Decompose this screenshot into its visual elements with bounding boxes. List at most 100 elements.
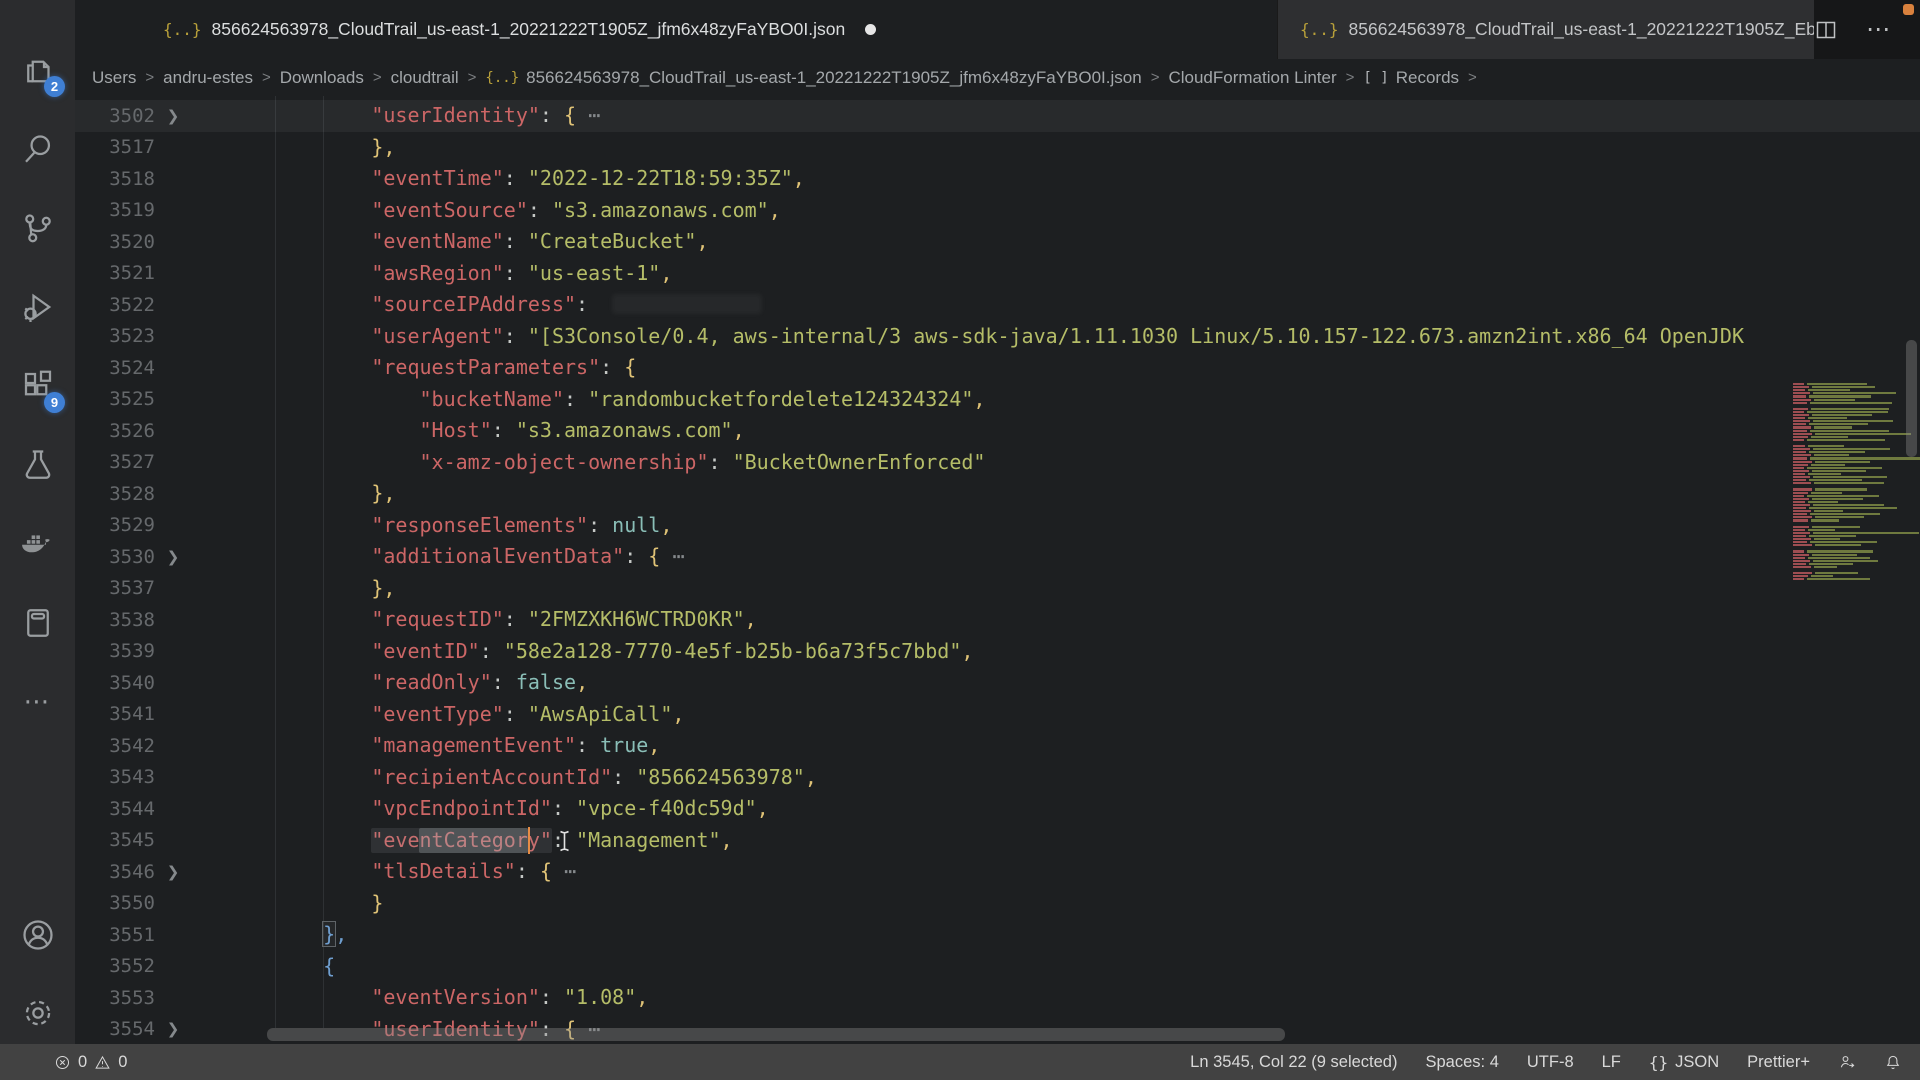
status-item-language-mode[interactable]: {}JSON: [1649, 1053, 1719, 1072]
activity-item-docker[interactable]: [0, 504, 75, 583]
activity-item-account[interactable]: [0, 895, 75, 974]
fold-chevron-icon[interactable]: ❯: [155, 548, 191, 566]
minimap-line: [1793, 457, 1920, 459]
line-number: 3521: [75, 262, 155, 284]
breadcrumb-label: Records: [1396, 68, 1459, 88]
code-line-3522[interactable]: 3522 "sourceIPAddress":: [75, 289, 1920, 321]
code-line-3524[interactable]: 3524 "requestParameters": {: [75, 352, 1920, 384]
activity-item-notebook[interactable]: [0, 583, 75, 662]
line-number: 3540: [75, 672, 155, 694]
breadcrumb-segment[interactable]: [ ]Records: [1363, 68, 1459, 88]
minimap-line: [1793, 411, 1888, 413]
breadcrumb: Users>andru-estes>Downloads>cloudtrail>{…: [75, 59, 1920, 96]
code-line-3519[interactable]: 3519 "eventSource": "s3.amazonaws.com",: [75, 195, 1920, 227]
breadcrumb-separator: >: [1151, 69, 1160, 86]
code-line-3518[interactable]: 3518 "eventTime": "2022-12-22T18:59:35Z"…: [75, 163, 1920, 195]
more-actions-icon[interactable]: ⋯: [1866, 15, 1892, 44]
code-line-3551[interactable]: 3551 },: [75, 919, 1920, 951]
editor[interactable]: 3502❯ "userIdentity": { ⋯3517 },3518 "ev…: [75, 96, 1920, 1044]
code-line-3525[interactable]: 3525 "bucketName": "randombucketfordelet…: [75, 384, 1920, 416]
minimap-line: [1793, 383, 1867, 385]
activity-item-more[interactable]: ⋯: [0, 662, 75, 741]
code-line-3541[interactable]: 3541 "eventType": "AwsApiCall",: [75, 699, 1920, 731]
code-line-3529[interactable]: 3529 "responseElements": null,: [75, 510, 1920, 542]
notebook-icon: [20, 605, 56, 641]
code-line-3517[interactable]: 3517 },: [75, 132, 1920, 164]
code-line-3502[interactable]: 3502❯ "userIdentity": { ⋯: [75, 100, 1920, 132]
activity-item-settings[interactable]: [0, 973, 75, 1052]
status-item-cursor-position[interactable]: Ln 3545, Col 22 (9 selected): [1190, 1053, 1397, 1072]
search-icon: [20, 131, 56, 167]
modified-dot[interactable]: [865, 24, 876, 35]
status-item-eol[interactable]: LF: [1602, 1053, 1621, 1072]
minimap-line: [1793, 467, 1882, 469]
code-line-3530[interactable]: 3530❯ "additionalEventData": { ⋯: [75, 541, 1920, 573]
code-line-3526[interactable]: 3526 "Host": "s3.amazonaws.com",: [75, 415, 1920, 447]
status-item-encoding[interactable]: UTF-8: [1527, 1053, 1574, 1072]
code-line-3521[interactable]: 3521 "awsRegion": "us-east-1",: [75, 258, 1920, 290]
activity-item-source-control[interactable]: [0, 188, 75, 267]
fold-chevron-icon[interactable]: ❯: [155, 107, 191, 125]
code-text: "eventSource": "s3.amazonaws.com",: [191, 195, 1920, 227]
status-label: UTF-8: [1527, 1053, 1574, 1072]
source-control-icon: [20, 210, 56, 246]
code-line-3540[interactable]: 3540 "readOnly": false,: [75, 667, 1920, 699]
vscode-window: 2 9 ⋯ {..}856624563978_CloudTrail_us-east-…: [0, 0, 1920, 1080]
code-line-3527[interactable]: 3527 "x-amz-object-ownership": "BucketOw…: [75, 447, 1920, 479]
line-number: 3539: [75, 640, 155, 662]
horizontal-scrollbar[interactable]: [267, 1028, 1285, 1041]
breadcrumb-segment[interactable]: cloudtrail: [391, 68, 459, 88]
breadcrumb-segment[interactable]: andru-estes: [163, 68, 253, 88]
status-item-notifications[interactable]: [1884, 1053, 1902, 1071]
line-number: 3519: [75, 199, 155, 221]
breadcrumb-segment[interactable]: CloudFormation Linter: [1168, 68, 1336, 88]
code-line-3543[interactable]: 3543 "recipientAccountId": "856624563978…: [75, 762, 1920, 794]
problems-indicator[interactable]: 00: [0, 1053, 127, 1072]
status-label: Spaces: 4: [1425, 1053, 1498, 1072]
code-line-3539[interactable]: 3539 "eventID": "58e2a128-7770-4e5f-b25b…: [75, 636, 1920, 668]
activity-item-search[interactable]: [0, 109, 75, 188]
json-braces-icon: {..}: [485, 70, 519, 86]
minimap-line: [1793, 554, 1857, 556]
code-line-3542[interactable]: 3542 "managementEvent": true,: [75, 730, 1920, 762]
tab-1[interactable]: {..}856624563978_CloudTrail_us-east-1_20…: [75, 0, 1277, 59]
status-item-feedback[interactable]: [1838, 1053, 1856, 1071]
activity-item-explorer[interactable]: 2: [0, 30, 75, 109]
fold-chevron-icon[interactable]: ❯: [155, 863, 191, 881]
fold-chevron-icon[interactable]: ❯: [155, 1020, 191, 1038]
code-line-3523[interactable]: 3523 "userAgent": "[S3Console/0.4, aws-i…: [75, 321, 1920, 353]
code-line-3537[interactable]: 3537 },: [75, 573, 1920, 605]
status-item-indentation[interactable]: Spaces: 4: [1425, 1053, 1498, 1072]
code-line-3545[interactable]: 3545 "eventCategory": "Management",: [75, 825, 1920, 857]
minimap-line: [1793, 575, 1833, 577]
minimap-line: [1793, 563, 1853, 565]
text-caret: [528, 827, 530, 854]
line-number: 3544: [75, 798, 155, 820]
breadcrumb-segment[interactable]: Users: [92, 68, 136, 88]
code-line-3552[interactable]: 3552 {: [75, 951, 1920, 983]
minimap-line: [1793, 399, 1855, 401]
breadcrumb-segment[interactable]: Downloads: [280, 68, 364, 88]
activity-item-testing[interactable]: [0, 425, 75, 504]
status-item-formatter[interactable]: Prettier+: [1747, 1053, 1810, 1072]
breadcrumb-separator: >: [468, 69, 477, 86]
code-line-3528[interactable]: 3528 },: [75, 478, 1920, 510]
code-line-3550[interactable]: 3550 }: [75, 888, 1920, 920]
breadcrumb-segment[interactable]: {..}856624563978_CloudTrail_us-east-1_20…: [485, 68, 1141, 88]
minimap-line: [1793, 395, 1871, 397]
warning-icon: [94, 1054, 111, 1071]
split-editor-icon[interactable]: [1814, 18, 1838, 42]
code-line-3544[interactable]: 3544 "vpcEndpointId": "vpce-f40dc59d",: [75, 793, 1920, 825]
code-line-3546[interactable]: 3546❯ "tlsDetails": { ⋯: [75, 856, 1920, 888]
activity-item-extensions[interactable]: 9: [0, 346, 75, 425]
line-number: 3525: [75, 388, 155, 410]
code-line-3553[interactable]: 3553 "eventVersion": "1.08",: [75, 982, 1920, 1014]
line-number: 3522: [75, 294, 155, 316]
tab-2[interactable]: {..}856624563978_CloudTrail_us-east-1_20…: [1277, 0, 1814, 59]
vertical-scrollbar[interactable]: [1906, 340, 1917, 457]
code-line-3538[interactable]: 3538 "requestID": "2FMZXKH6WCTRD0KR",: [75, 604, 1920, 636]
activity-item-run-debug[interactable]: [0, 267, 75, 346]
code-line-3520[interactable]: 3520 "eventName": "CreateBucket",: [75, 226, 1920, 258]
status-label: JSON: [1675, 1053, 1719, 1072]
minimap-line: [1793, 482, 1884, 484]
